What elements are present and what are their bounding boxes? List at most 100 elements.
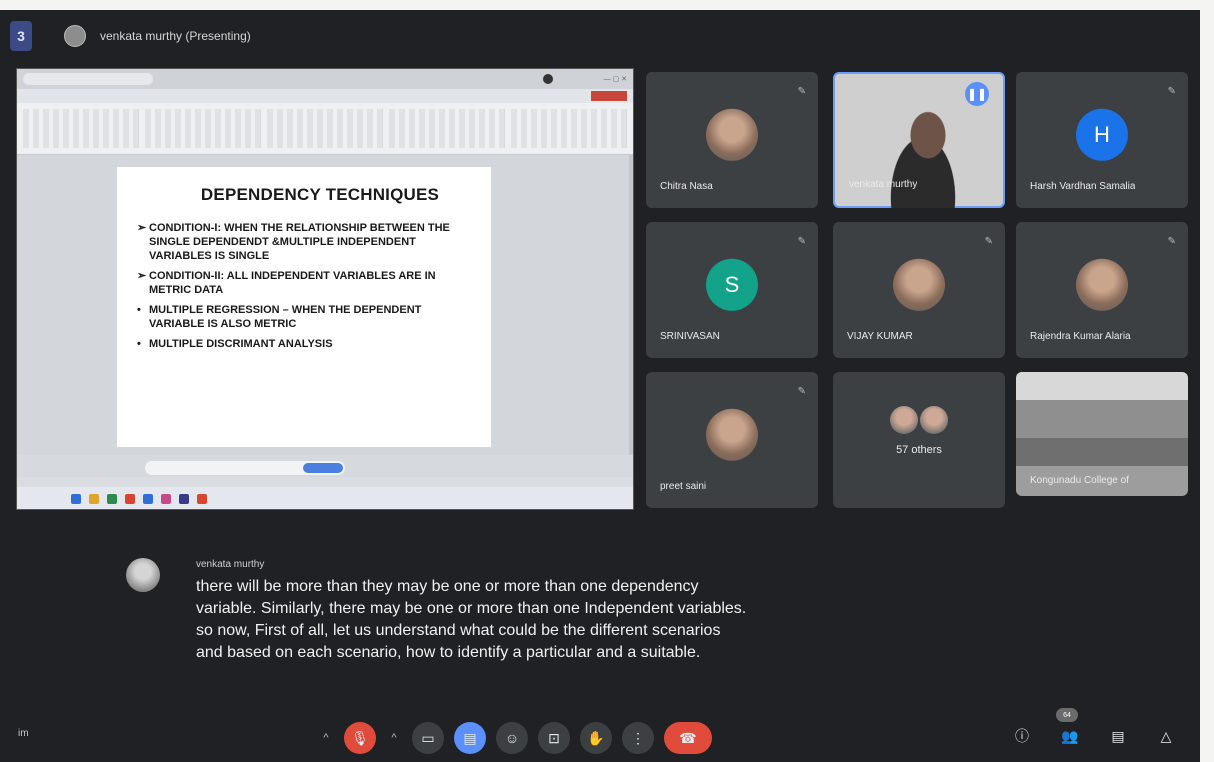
pin-icon[interactable]: ✎ bbox=[798, 386, 806, 397]
stop-sharing-button bbox=[303, 463, 343, 473]
participant-tile[interactable]: ✎ preet saini bbox=[646, 372, 818, 508]
bullet-mark: • bbox=[137, 304, 141, 316]
sharing-notice-bar bbox=[145, 461, 345, 475]
caption-line: variable. Similarly, there may be one or… bbox=[196, 600, 747, 617]
shared-screen: — ▢ ✕ DEPENDENCY TECHNIQUES ➢ CONDITION-… bbox=[16, 68, 634, 510]
app-icon bbox=[107, 494, 117, 504]
participant-tile[interactable]: ✎ S SRINIVASAN bbox=[646, 222, 818, 358]
app-icon bbox=[89, 494, 99, 504]
app-icon bbox=[125, 494, 135, 504]
participant-tile[interactable]: ✎ H Harsh Vardhan Samalia bbox=[1016, 72, 1188, 208]
caption-line: so now, First of all, let us understand … bbox=[196, 622, 721, 639]
avatar: H bbox=[1076, 108, 1128, 161]
participant-name: Rajendra Kumar Alaria bbox=[1030, 331, 1131, 342]
ribbon-group bbox=[23, 109, 139, 148]
bullet-mark: ➢ bbox=[137, 222, 147, 234]
ribbon-toolbar bbox=[17, 103, 633, 155]
ribbon-group bbox=[145, 109, 261, 148]
meeting-code: im bbox=[18, 728, 29, 739]
participant-name: Chitra Nasa bbox=[660, 181, 713, 192]
others-count: 57 others bbox=[896, 444, 942, 456]
caption-speaker-avatar bbox=[126, 558, 160, 592]
avatar bbox=[706, 108, 758, 161]
app-icon bbox=[143, 494, 153, 504]
present-screen-icon[interactable]: ⊡ bbox=[538, 722, 570, 754]
app-icon bbox=[197, 494, 207, 504]
video-feed bbox=[1016, 372, 1188, 466]
presenter-avatar bbox=[64, 25, 86, 47]
participant-tile[interactable]: Kongunadu College of bbox=[1016, 372, 1188, 496]
participant-name: venkata murthy bbox=[849, 179, 918, 190]
ribbon-group bbox=[511, 109, 627, 148]
top-bar: 3 venkata murthy (Presenting) bbox=[10, 16, 1190, 56]
camera-icon[interactable]: ▭ bbox=[412, 722, 444, 754]
pin-icon[interactable]: ✎ bbox=[798, 236, 806, 247]
slide-bullet: • MULTIPLE DISCRIMANT ANALYSIS bbox=[137, 337, 473, 351]
others-avatars bbox=[890, 406, 948, 434]
bullet-text: CONDITION-II: ALL INDEPENDENT VARIABLES … bbox=[149, 270, 436, 296]
participant-tile-speaking[interactable]: ❚❚ venkata murthy bbox=[833, 72, 1005, 208]
record-icon bbox=[543, 74, 553, 84]
participant-name: Harsh Vardhan Samalia bbox=[1030, 181, 1136, 192]
participant-name: VIJAY KUMAR bbox=[847, 331, 913, 342]
mic-off-icon[interactable]: 🎙 bbox=[344, 722, 376, 754]
end-call-icon[interactable]: ☎ bbox=[664, 722, 712, 754]
bullet-text: MULTIPLE REGRESSION – WHEN THE DEPENDENT… bbox=[149, 304, 422, 330]
participant-tile[interactable]: ✎ Rajendra Kumar Alaria bbox=[1016, 222, 1188, 358]
call-controls: ^ 🎙 ^ ▭ ▤ ☺ ⊡ ✋ ⋮ ☎ bbox=[318, 720, 712, 756]
page-border bbox=[1200, 0, 1214, 762]
caption-text: there will be more than they may be one … bbox=[196, 576, 956, 664]
bullet-mark: • bbox=[137, 338, 141, 350]
emoji-icon[interactable]: ☺ bbox=[496, 722, 528, 754]
bullet-mark: ➢ bbox=[137, 270, 147, 282]
slide-workspace: DEPENDENCY TECHNIQUES ➢ CONDITION-I: WHE… bbox=[17, 155, 633, 455]
app-icon bbox=[161, 494, 171, 504]
pin-icon[interactable]: ✎ bbox=[985, 236, 993, 247]
caption-line: and based on each scenario, how to ident… bbox=[196, 644, 701, 661]
window-controls: — ▢ ✕ bbox=[603, 76, 627, 83]
caption-line: there will be more than they may be one … bbox=[196, 578, 699, 595]
more-options-icon[interactable]: ⋮ bbox=[622, 722, 654, 754]
pin-icon[interactable]: ✎ bbox=[798, 86, 806, 97]
right-controls: ⓘ 64 👥 ▤ △ bbox=[1010, 708, 1178, 750]
pin-icon[interactable]: ✎ bbox=[1168, 86, 1176, 97]
participant-name: SRINIVASAN bbox=[660, 331, 720, 342]
slide-bullet: ➢ CONDITION-II: ALL INDEPENDENT VARIABLE… bbox=[137, 269, 473, 297]
slide: DEPENDENCY TECHNIQUES ➢ CONDITION-I: WHE… bbox=[117, 167, 491, 447]
video-feed bbox=[873, 104, 973, 208]
app-titlebar: — ▢ ✕ bbox=[17, 69, 633, 89]
people-count-badge: 64 bbox=[1056, 708, 1078, 722]
scrollbar bbox=[629, 155, 633, 455]
others-tile[interactable]: 57 others bbox=[833, 372, 1005, 508]
slide-bullet: • MULTIPLE REGRESSION – WHEN THE DEPENDE… bbox=[137, 303, 473, 331]
avatar bbox=[706, 408, 758, 461]
activities-icon[interactable]: △ bbox=[1154, 722, 1178, 750]
slide-bullet: ➢ CONDITION-I: WHEN THE RELATIONSHIP BET… bbox=[137, 221, 473, 263]
ribbon-tabs bbox=[17, 89, 633, 103]
page-border bbox=[0, 0, 1214, 10]
taskbar bbox=[17, 487, 633, 509]
participant-tile[interactable]: ✎ VIJAY KUMAR bbox=[833, 222, 1005, 358]
avatar bbox=[1076, 258, 1128, 311]
ribbon-group bbox=[267, 109, 383, 148]
participant-name: preet saini bbox=[660, 481, 707, 492]
captions-icon[interactable]: ▤ bbox=[454, 722, 486, 754]
participant-name: Kongunadu College of bbox=[1030, 475, 1129, 486]
chat-icon[interactable]: ▤ bbox=[1106, 722, 1130, 750]
bullet-text: CONDITION-I: WHEN THE RELATIONSHIP BETWE… bbox=[149, 222, 450, 262]
chevron-up-icon[interactable]: ^ bbox=[386, 722, 402, 754]
status-bar bbox=[17, 477, 633, 487]
people-icon[interactable]: 64 👥 bbox=[1056, 708, 1082, 750]
menu-icon[interactable]: 3 bbox=[10, 21, 32, 51]
participant-tile[interactable]: ✎ Chitra Nasa bbox=[646, 72, 818, 208]
caption-speaker-name: venkata murthy bbox=[196, 559, 265, 570]
share-button bbox=[591, 91, 627, 101]
info-icon[interactable]: ⓘ bbox=[1010, 722, 1034, 750]
avatar: S bbox=[706, 258, 758, 311]
slide-title: DEPENDENCY TECHNIQUES bbox=[200, 185, 440, 204]
chevron-up-icon[interactable]: ^ bbox=[318, 722, 334, 754]
pin-icon[interactable]: ✎ bbox=[1168, 236, 1176, 247]
avatar bbox=[893, 258, 945, 311]
ribbon-group bbox=[389, 109, 505, 148]
raise-hand-icon[interactable]: ✋ bbox=[580, 722, 612, 754]
